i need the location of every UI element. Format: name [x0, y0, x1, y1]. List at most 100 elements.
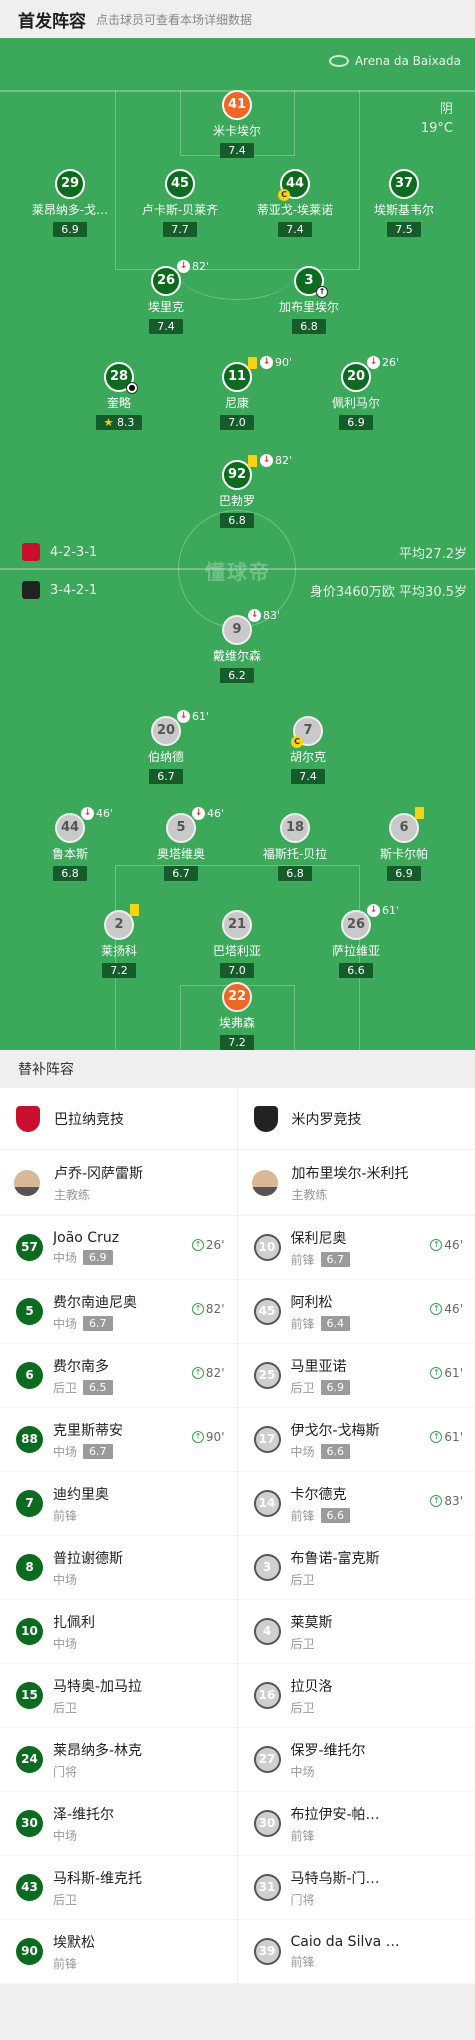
player-name: 戴维尔森 — [182, 647, 292, 664]
player-name: 佩利马尔 — [301, 394, 411, 411]
sub-name: 普拉谢德斯 — [53, 1548, 123, 1568]
away-player-defender[interactable]: 21 巴塔利亚 7.0 — [182, 910, 292, 978]
home-player-midfielder[interactable]: 26 ↓82' 埃里克 7.4 — [111, 266, 221, 334]
player-name: 伯纳德 — [111, 748, 221, 765]
sub-meta: 前锋 — [291, 1953, 400, 1970]
sub-in-time: ↑46' — [430, 1302, 463, 1316]
player-number: 44C — [280, 169, 310, 199]
player-rating: 6.6 — [339, 963, 373, 978]
sub-player-row[interactable]: 17伊戈尔-戈梅斯中场6.6↑61' — [238, 1408, 475, 1472]
home-player-defender[interactable]: 44C 蒂亚戈-埃莱诺 7.4 — [240, 169, 350, 237]
away-player-defender[interactable]: 2 莱扬科 7.2 — [64, 910, 174, 978]
sub-player-row[interactable]: 90埃默松前锋 — [0, 1920, 237, 1984]
sub-in-arrow-icon: ↑ — [192, 1303, 204, 1315]
away-player-attacking-mid[interactable]: 20 ↓61' 伯纳德 6.7 — [111, 716, 221, 784]
sub-meta: 前锋6.6 — [291, 1507, 351, 1524]
sub-player-row[interactable]: 43马科斯-维克托后卫 — [0, 1856, 237, 1920]
sub-in-arrow-icon: ↑ — [430, 1431, 442, 1443]
sub-position: 中场 — [53, 1249, 77, 1266]
sub-player-row[interactable]: 45阿利松前锋6.4↑46' — [238, 1280, 475, 1344]
sub-number: 10 — [16, 1618, 43, 1645]
sub-number: 43 — [16, 1874, 43, 1901]
sub-in-time: ↑82' — [192, 1366, 225, 1380]
sub-meta: 中场 — [291, 1763, 366, 1780]
sub-meta: 中场 — [53, 1571, 123, 1588]
sub-player-row[interactable]: 5费尔南迪尼奥中场6.7↑82' — [0, 1280, 237, 1344]
sub-player-row[interactable]: 7迪约里奥前锋 — [0, 1472, 237, 1536]
sub-meta: 中场 — [53, 1635, 95, 1652]
sub-in-arrow-icon: ↑ — [430, 1239, 442, 1251]
card-marker — [130, 904, 142, 916]
sub-player-row[interactable]: 39Caio da Silva …前锋 — [238, 1920, 475, 1984]
sub-position: 后卫 — [291, 1635, 315, 1652]
away-player-midfielder[interactable]: 5 ↓46' 奥塔维奥 6.7 — [126, 813, 236, 881]
player-rating: 7.4 — [149, 319, 183, 334]
home-player-attacking-mid[interactable]: 11 ↓90' 尼康 7.0 — [182, 362, 292, 430]
sub-player-row[interactable]: 3布鲁诺-富克斯后卫 — [238, 1536, 475, 1600]
sub-in-time: ↑90' — [192, 1430, 225, 1444]
sub-player-row[interactable]: 24莱昂纳多-林克门将 — [0, 1728, 237, 1792]
sub-in-time: ↑61' — [430, 1366, 463, 1380]
coach-role-line: 主教练 — [54, 1186, 143, 1203]
player-number: 3↑ — [294, 266, 324, 296]
home-team-header[interactable]: 巴拉纳竞技 — [0, 1088, 237, 1150]
sub-in-icon: ↑ — [316, 286, 328, 298]
sub-number: 27 — [254, 1746, 281, 1773]
sub-position: 后卫 — [291, 1699, 315, 1716]
home-coach[interactable]: 卢乔-冈萨雷斯 主教练 — [0, 1150, 237, 1216]
sub-player-row[interactable]: 16拉贝洛后卫 — [238, 1664, 475, 1728]
away-subs-column: 米内罗竞技 加布里埃尔-米利托 主教练 10保利尼奥前锋6.7↑46'45阿利松… — [238, 1088, 475, 1984]
sub-minute: 82' — [275, 454, 292, 467]
home-player-defender[interactable]: 45 卢卡斯-贝莱齐 7.7 — [125, 169, 235, 237]
coach-name: 加布里埃尔-米利托 — [292, 1163, 409, 1183]
watermark: 懂球帝 — [205, 556, 271, 585]
sub-player-row[interactable]: 10保利尼奥前锋6.7↑46' — [238, 1216, 475, 1280]
home-player-goalkeeper[interactable]: 41 米卡埃尔 7.4 — [182, 90, 292, 158]
sub-number: 7 — [16, 1490, 43, 1517]
away-player-midfielder[interactable]: 6 斯卡尔帕 6.9 — [349, 813, 459, 881]
away-player-defender[interactable]: 26 ↓61' 萨拉维亚 6.6 — [301, 910, 411, 978]
sub-player-row[interactable]: 25马里亚诺后卫6.9↑61' — [238, 1344, 475, 1408]
away-coach[interactable]: 加布里埃尔-米利托 主教练 — [238, 1150, 475, 1216]
home-player-striker[interactable]: 92 ↓82' 巴勃罗 6.8 — [182, 460, 292, 528]
player-number: 45 — [165, 169, 195, 199]
home-player-attacking-mid[interactable]: 20 ↓26' 佩利马尔 6.9 — [301, 362, 411, 430]
sub-name: 马特乌斯-门… — [291, 1868, 380, 1888]
away-player-midfielder[interactable]: 18 福斯托-贝拉 6.8 — [240, 813, 350, 881]
sub-in-time: ↑61' — [430, 1430, 463, 1444]
sub-player-row[interactable]: 30泽-维托尔中场 — [0, 1792, 237, 1856]
home-player-defender[interactable]: 29 莱昂纳多-戈… 6.9 — [15, 169, 125, 237]
away-team-header[interactable]: 米内罗竞技 — [238, 1088, 475, 1150]
player-name: 胡尔克 — [253, 748, 363, 765]
away-player-attacking-mid[interactable]: 7C 胡尔克 7.4 — [253, 716, 363, 784]
home-crest-icon — [16, 1106, 40, 1132]
home-player-midfielder[interactable]: 3↑ 加布里埃尔 6.8 — [254, 266, 364, 334]
home-player-defender[interactable]: 37 埃斯基韦尔 7.5 — [349, 169, 459, 237]
sub-player-row[interactable]: 88克里斯蒂安中场6.7↑90' — [0, 1408, 237, 1472]
player-name: 奥塔维奥 — [126, 845, 236, 862]
sub-player-row[interactable]: 4莱莫斯后卫 — [238, 1600, 475, 1664]
away-player-midfielder[interactable]: 44 ↓46' 鲁本斯 6.8 — [15, 813, 125, 881]
sub-player-row[interactable]: 57João Cruz中场6.9↑26' — [0, 1216, 237, 1280]
player-rating: 6.8 — [53, 866, 87, 881]
away-player-goalkeeper[interactable]: 22 埃弗森 7.2 — [182, 982, 292, 1050]
sub-player-row[interactable]: 8普拉谢德斯中场 — [0, 1536, 237, 1600]
sub-player-row[interactable]: 27保罗-维托尔中场 — [238, 1728, 475, 1792]
stadium-icon — [329, 55, 349, 67]
away-player-striker[interactable]: 9 ↓83' 戴维尔森 6.2 — [182, 615, 292, 683]
sub-number: 45 — [254, 1298, 281, 1325]
yellow-card-icon — [415, 807, 424, 819]
player-rating: 7.2 — [220, 1035, 254, 1050]
home-player-attacking-mid[interactable]: 28● 奎略 ★ 8.3 — [64, 362, 174, 430]
away-team-name: 米内罗竞技 — [292, 1109, 362, 1129]
sub-player-row[interactable]: 10 扎佩利中场 — [0, 1600, 237, 1664]
sub-player-row[interactable]: 31马特乌斯-门…门将 — [238, 1856, 475, 1920]
away-formation-text: 3-4-2-1 — [50, 583, 97, 598]
sub-player-row[interactable]: 15马特奥-加马拉后卫 — [0, 1664, 237, 1728]
sub-name: 费尔南迪尼奥 — [53, 1292, 137, 1312]
sub-name: 扎佩利 — [53, 1612, 95, 1632]
sub-meta: 中场6.6 — [291, 1443, 380, 1460]
sub-player-row[interactable]: 14卡尔德克前锋6.6↑83' — [238, 1472, 475, 1536]
sub-player-row[interactable]: 6费尔南多后卫6.5↑82' — [0, 1344, 237, 1408]
sub-player-row[interactable]: 30布拉伊安-帕…前锋 — [238, 1792, 475, 1856]
